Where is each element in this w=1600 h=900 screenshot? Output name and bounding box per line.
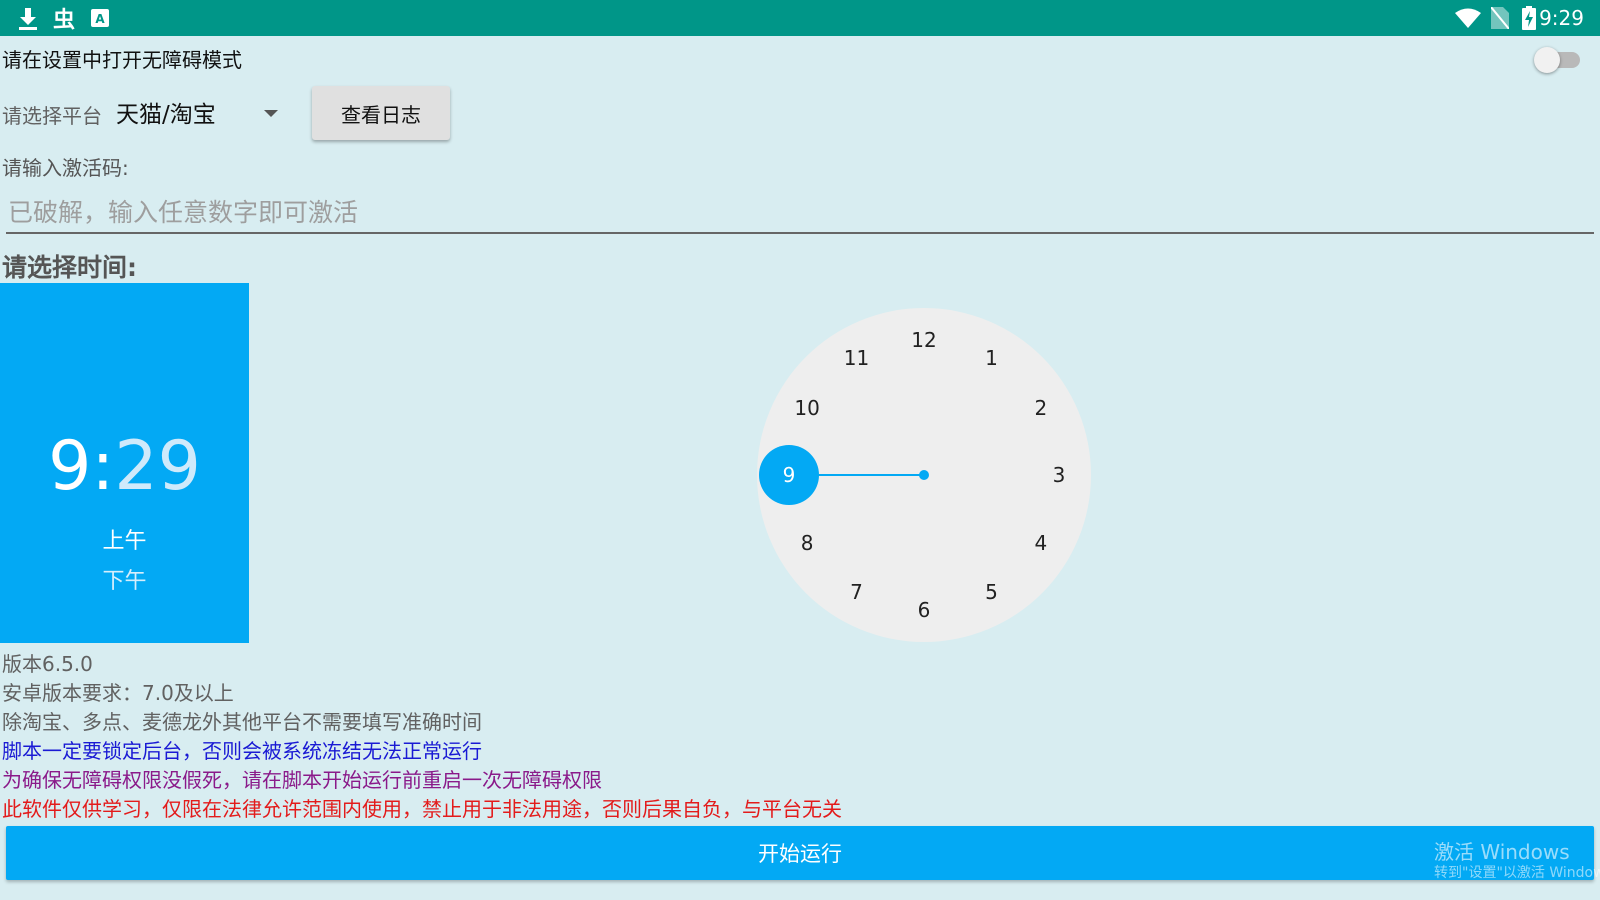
accessibility-toggle[interactable] (1534, 44, 1584, 73)
toggle-thumb (1534, 47, 1560, 73)
accessibility-prompt: 请在设置中打开无障碍模式 (2, 48, 242, 72)
svg-text:A: A (95, 12, 105, 26)
clock-hour-11[interactable]: 11 (837, 346, 877, 370)
time-separator: : (91, 427, 115, 506)
clock-hour-6[interactable]: 6 (904, 598, 944, 622)
clock-hour-3[interactable]: 3 (1039, 463, 1079, 487)
status-bar: 虫 A 9:29 (0, 0, 1600, 36)
restart-accessibility-note: 为确保无障碍权限没假死，请在脚本开始运行前重启一次无障碍权限 (2, 768, 602, 792)
dropdown-arrow-icon (264, 110, 278, 117)
time-picker-header: 9:29 上午 下午 (0, 283, 249, 643)
time-select-label: 请选择时间: (2, 253, 137, 282)
no-sim-icon (1490, 4, 1510, 32)
time-display: 9:29 (0, 433, 249, 501)
clock-hand-center (919, 470, 929, 480)
legal-disclaimer: 此软件仅供学习，仅限在法律允许范围内使用，禁止用于非法用途，否则后果自负，与平台… (2, 797, 842, 821)
windows-activation-subtitle: 转到"设置"以激活 Windows。 (1434, 865, 1600, 881)
android-requirement-text: 安卓版本要求：7.0及以上 (2, 681, 234, 705)
clock-hour-8[interactable]: 8 (787, 531, 827, 555)
windows-activation-watermark: 激活 Windows (1434, 840, 1570, 864)
platform-dropdown[interactable]: 天猫/淘宝 (116, 92, 286, 132)
clock-face[interactable]: 9 12 1 2 3 4 5 6 7 8 10 11 (757, 308, 1091, 642)
platform-time-note: 除淘宝、多点、麦德龙外其他平台不需要填写准确时间 (2, 710, 482, 734)
keyboard-icon: A (90, 4, 110, 32)
activation-code-input[interactable] (6, 192, 1594, 234)
clock-hour-7[interactable]: 7 (837, 580, 877, 604)
version-text: 版本6.5.0 (2, 652, 93, 676)
clock-hour-12[interactable]: 12 (904, 328, 944, 352)
am-option[interactable]: 上午 (0, 523, 249, 555)
download-icon (16, 4, 40, 32)
platform-label: 请选择平台 (2, 104, 102, 128)
minute-display[interactable]: 29 (114, 427, 201, 506)
view-log-button[interactable]: 查看日志 (312, 86, 450, 140)
platform-selected-value: 天猫/淘宝 (116, 102, 216, 128)
hour-display[interactable]: 9 (48, 427, 91, 506)
clock-hand (817, 474, 925, 476)
start-run-button[interactable]: 开始运行 (6, 826, 1594, 880)
wifi-icon (1454, 4, 1482, 32)
lock-background-note: 脚本一定要锁定后台，否则会被系统冻结无法正常运行 (2, 739, 482, 763)
clock-hour-2[interactable]: 2 (1021, 396, 1061, 420)
clock-hour-10[interactable]: 10 (787, 396, 827, 420)
status-time: 9:29 (1539, 6, 1584, 30)
pm-option[interactable]: 下午 (0, 563, 249, 595)
clock-selected-hour[interactable]: 9 (759, 445, 819, 505)
bug-icon: 虫 (52, 8, 75, 33)
clock-hour-1[interactable]: 1 (972, 346, 1012, 370)
clock-hour-4[interactable]: 4 (1021, 531, 1061, 555)
battery-charging-icon (1520, 4, 1538, 32)
clock-hour-5[interactable]: 5 (972, 580, 1012, 604)
activation-code-label: 请输入激活码: (2, 156, 129, 180)
